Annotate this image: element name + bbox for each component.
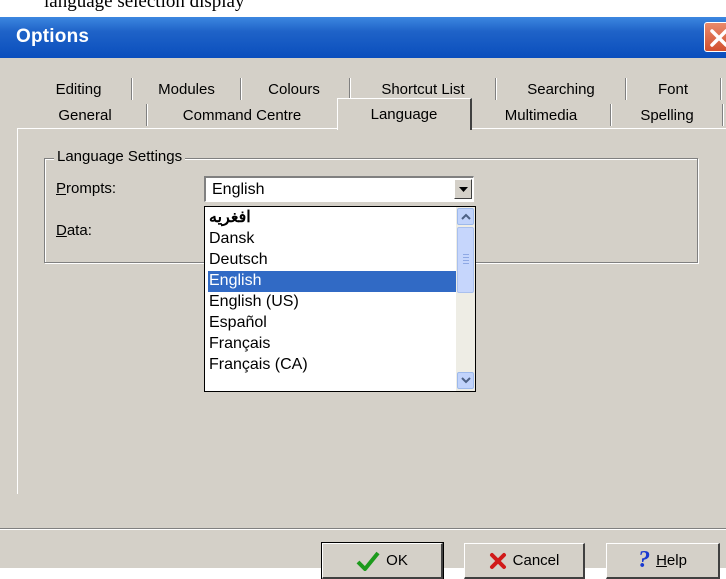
tab-language[interactable]: Language: [337, 98, 472, 130]
tab-multimedia[interactable]: Multimedia: [473, 102, 609, 128]
tab-font[interactable]: Font: [628, 76, 718, 102]
tab-searching[interactable]: Searching: [498, 76, 624, 102]
list-item[interactable]: Français: [208, 334, 456, 355]
blue-question-icon: ?: [638, 547, 651, 573]
help-button[interactable]: ? Help: [606, 543, 720, 579]
list-item[interactable]: English (US): [208, 292, 456, 313]
close-button[interactable]: [704, 22, 726, 52]
scroll-thumb[interactable]: [457, 227, 474, 293]
dropdown-scrollbar[interactable]: [456, 207, 475, 391]
chevron-down-icon: [461, 377, 471, 384]
tab-colours[interactable]: Colours: [242, 76, 346, 102]
window-title: Options: [16, 26, 90, 47]
scroll-down-button[interactable]: [457, 372, 474, 389]
red-x-icon: [489, 552, 507, 570]
options-dialog: Options Editing Modules Colours Shortcut…: [0, 17, 726, 579]
language-dropdown-list[interactable]: افغريه Dansk Deutsch English English (US…: [204, 206, 476, 392]
tab-spelling[interactable]: Spelling: [614, 102, 720, 128]
caption-text: language selection display: [44, 0, 245, 12]
scroll-up-button[interactable]: [457, 208, 474, 225]
dialog-client: Editing Modules Colours Shortcut List Se…: [0, 58, 726, 579]
tab-modules[interactable]: Modules: [134, 76, 239, 102]
background-caption: language selection display: [0, 0, 726, 17]
tab-general[interactable]: General: [26, 102, 144, 128]
title-bar[interactable]: Options: [0, 17, 726, 58]
tab-editing[interactable]: Editing: [26, 76, 131, 102]
chevron-up-icon: [461, 213, 471, 220]
list-item[interactable]: Español: [208, 313, 456, 334]
button-divider: [0, 528, 726, 530]
list-item[interactable]: Français (CA): [208, 355, 456, 376]
tab-command-centre[interactable]: Command Centre: [150, 102, 334, 128]
list-item[interactable]: Dansk: [208, 229, 456, 250]
close-icon: [710, 29, 726, 47]
list-item-selected[interactable]: English: [208, 271, 456, 292]
cancel-button[interactable]: Cancel: [464, 543, 585, 579]
list-item[interactable]: Deutsch: [208, 250, 456, 271]
ok-button[interactable]: OK: [321, 542, 444, 579]
list-item[interactable]: افغريه: [208, 208, 456, 229]
